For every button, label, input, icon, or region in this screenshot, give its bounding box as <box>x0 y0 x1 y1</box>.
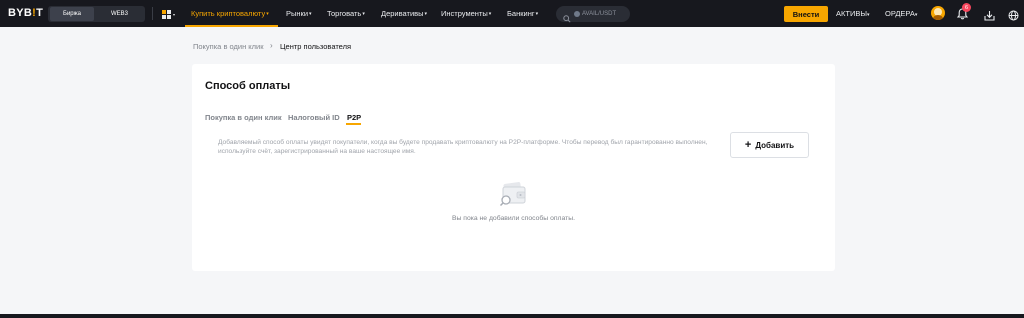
assets-menu[interactable]: АКТИВЫ▾ <box>836 9 870 18</box>
nav-active-indicator <box>185 25 278 27</box>
caret-down-icon: ▾ <box>914 12 918 18</box>
top-navigation-bar: BYB!T Биржа WEB3 Купить криптовалюту▾ Ры… <box>0 0 1024 27</box>
notification-badge: 6 <box>962 3 971 12</box>
chevron-right-icon: › <box>270 41 273 50</box>
caret-down-icon: ▾ <box>424 11 428 17</box>
add-button-label: Добавить <box>755 140 795 150</box>
caret-down-icon: ▾ <box>867 12 870 18</box>
search-placeholder: AVAIL/USDT <box>582 10 617 17</box>
nav-buy-crypto[interactable]: Купить криптовалюту▾ <box>191 9 269 18</box>
caret-down-icon: ▾ <box>535 11 539 17</box>
caret-down-icon: ▾ <box>309 11 312 17</box>
nav-divider <box>152 7 153 20</box>
mode-web3-tab[interactable]: WEB3 <box>96 7 143 21</box>
deposit-button[interactable]: Внести <box>784 6 828 22</box>
payment-method-card: Способ оплаты Покупка в один клик Налого… <box>192 64 835 271</box>
breadcrumb-link[interactable]: Покупка в один клик <box>193 42 264 51</box>
mode-switch: Биржа WEB3 <box>48 6 145 22</box>
tab-tax-id[interactable]: Налоговый ID <box>288 113 340 122</box>
caret-down-icon: ▾ <box>266 11 269 17</box>
bybit-logo[interactable]: BYB!T <box>8 7 43 19</box>
globe-icon[interactable] <box>1008 8 1019 26</box>
coin-icon <box>574 11 580 17</box>
search-icon <box>563 10 571 28</box>
caret-down-icon: ▾ <box>488 11 492 17</box>
avatar[interactable] <box>931 6 945 20</box>
nav-derivatives[interactable]: Деривативы▾ <box>381 9 427 18</box>
bottom-bar <box>0 314 1024 318</box>
page-title: Способ оплаты <box>205 80 291 92</box>
add-payment-method-button[interactable]: + Добавить <box>730 132 809 158</box>
tab-p2p[interactable]: P2P <box>347 113 361 122</box>
tab-one-click-buy[interactable]: Покупка в один клик <box>205 113 282 122</box>
breadcrumb-current: Центр пользователя <box>280 42 352 51</box>
nav-banking[interactable]: Банкинг▾ <box>507 9 538 18</box>
nav-markets[interactable]: Рынки▾ <box>286 9 312 18</box>
empty-wallet-icon <box>499 180 529 213</box>
tab-active-indicator <box>346 123 361 125</box>
search-box[interactable]: AVAIL/USDT <box>556 6 630 23</box>
nav-tools[interactable]: Инструменты▾ <box>441 9 491 18</box>
mode-exchange-tab[interactable]: Биржа <box>50 7 94 21</box>
caret-down-icon: ▾ <box>362 11 365 17</box>
apps-grid-icon[interactable] <box>162 8 176 26</box>
empty-state-text: Вы пока не добавили способы оплаты. <box>451 215 576 222</box>
download-icon[interactable] <box>984 8 995 26</box>
description-text: Добавляемый способ оплаты увидят покупат… <box>218 139 708 155</box>
plus-icon: + <box>744 139 752 151</box>
orders-menu[interactable]: ОРДЕРА▾ <box>885 9 917 18</box>
nav-trade[interactable]: Торговать▾ <box>327 9 365 18</box>
